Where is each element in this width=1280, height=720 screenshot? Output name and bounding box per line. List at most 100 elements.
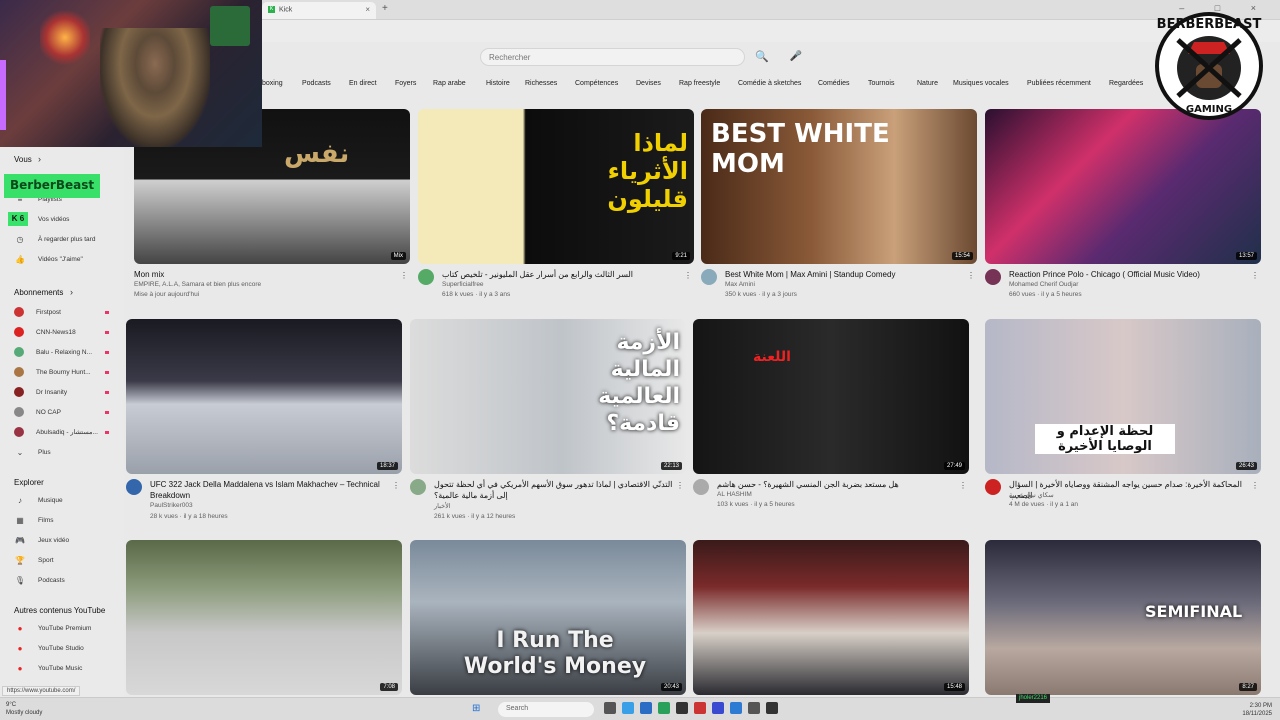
browser-tab[interactable]: K Kick × (262, 2, 376, 19)
sidebar-heading-explore[interactable]: Explorer (14, 478, 44, 487)
filter-chip[interactable]: Regardées (1109, 80, 1143, 87)
taskbar-search[interactable]: Search (498, 702, 594, 717)
video-title[interactable]: UFC 322 Jack Della Maddalena vs Islam Ma… (150, 479, 390, 501)
filter-chip[interactable]: boxing (262, 80, 283, 87)
search-icon[interactable]: 🔍 (754, 50, 770, 64)
video-title[interactable]: Mon mix (134, 269, 374, 280)
sidebar-heading-subscriptions[interactable]: Abonnements (14, 288, 63, 297)
sidebar-more[interactable]: ⌄ Plus (14, 445, 119, 459)
sidebar-item[interactable]: 🏆 Sport (14, 553, 119, 567)
new-tab-button[interactable]: + (382, 3, 388, 14)
sidebar-item[interactable]: ● YouTube Music (14, 661, 119, 675)
filter-chip[interactable]: Compétences (575, 80, 618, 87)
video-thumbnail[interactable]: 18:37 (126, 319, 402, 474)
filter-chip[interactable]: Comédie à sketches (738, 80, 801, 87)
more-options-icon[interactable]: ⋮ (392, 481, 400, 490)
sidebar-subscription[interactable]: Abulsadiq - مستشار... (14, 425, 119, 439)
windows-start-icon[interactable]: ⊞ (472, 703, 480, 714)
sidebar-item[interactable]: 👍 Vidéos "J'aime" (14, 252, 119, 266)
sidebar-item[interactable]: 🎮 Jeux vidéo (14, 533, 119, 547)
video-thumbnail[interactable]: 13:57 (985, 109, 1261, 264)
more-options-icon[interactable]: ⋮ (1251, 271, 1259, 280)
sidebar-item[interactable]: ▶Vos vidéos (14, 212, 119, 226)
sidebar-subscription[interactable]: The Bourny Hunt... (14, 365, 119, 379)
filter-chip[interactable]: Richesses (525, 80, 557, 87)
search-input[interactable] (480, 48, 745, 66)
channel-avatar[interactable] (985, 269, 1001, 285)
sidebar-subscription[interactable]: NO CAP (14, 405, 119, 419)
sidebar-subscription[interactable]: CNN-News18 (14, 325, 119, 339)
video-thumbnail[interactable]: لماذا الأثرياء قليلون 9:21 (418, 109, 694, 264)
filter-chip[interactable]: Comédies (818, 80, 850, 87)
microphone-icon[interactable]: 🎤 (787, 48, 805, 66)
channel-avatar[interactable] (410, 479, 426, 495)
sidebar-subscription[interactable]: Firstpost (14, 305, 119, 319)
taskbar-app-icon[interactable] (622, 702, 634, 714)
channel-avatar[interactable] (701, 269, 717, 285)
filter-chip[interactable]: Nature (917, 80, 938, 87)
channel-avatar[interactable] (693, 479, 709, 495)
channel-avatar[interactable] (985, 479, 1001, 495)
taskbar-app-icon[interactable] (748, 702, 760, 714)
sidebar-heading-you[interactable]: Vous (14, 155, 32, 164)
filter-chip[interactable]: En direct (349, 80, 377, 87)
sidebar-heading-other[interactable]: Autres contenus YouTube (14, 606, 105, 615)
taskbar-app-icon[interactable] (640, 702, 652, 714)
sidebar-item[interactable]: 🎙 Podcasts (14, 573, 119, 587)
sidebar-item[interactable]: ● YouTube Premium (14, 621, 119, 635)
filter-chip[interactable]: Tournois (868, 80, 894, 87)
more-options-icon[interactable]: ⋮ (676, 481, 684, 490)
taskbar-app-icon[interactable] (712, 702, 724, 714)
video-title[interactable]: Best White Mom | Max Amini | Standup Com… (725, 269, 965, 280)
video-thumbnail[interactable]: لحظة الإعدام و الوصايا الأخيرة 26:43 (985, 319, 1261, 474)
taskbar-app-icon[interactable] (658, 702, 670, 714)
video-thumbnail[interactable]: BEST WHITE MOM 15:54 (701, 109, 977, 264)
channel-avatar[interactable] (418, 269, 434, 285)
more-options-icon[interactable]: ⋮ (967, 271, 975, 280)
taskbar-app-icon[interactable] (730, 702, 742, 714)
channel-name[interactable]: Max Amini (725, 281, 755, 288)
filter-chip[interactable]: Rap freestyle (679, 80, 720, 87)
video-thumbnail[interactable]: الأزمة المالية العالمية قادمة؟ 22:13 (410, 319, 686, 474)
channel-name[interactable]: Superficialfree (442, 281, 484, 288)
video-thumbnail[interactable]: SEMIFINAL 8:27 (985, 540, 1261, 695)
taskbar-app-icon[interactable] (604, 702, 616, 714)
filter-chip[interactable]: Musiques vocales (953, 80, 1009, 87)
video-thumbnail[interactable]: 7:08 (126, 540, 402, 695)
more-options-icon[interactable]: ⋮ (959, 481, 967, 490)
channel-name[interactable]: Mohamed Cherif Oudjar (1009, 281, 1078, 288)
more-options-icon[interactable]: ⋮ (684, 271, 692, 280)
video-title[interactable]: Reaction Prince Polo - Chicago ( Officia… (1009, 269, 1249, 280)
channel-name[interactable]: PaulStriker003 (150, 502, 193, 509)
taskbar-app-icon[interactable] (676, 702, 688, 714)
tab-close-icon[interactable]: × (365, 5, 370, 14)
video-title[interactable]: هل مستعد بضربة الجن المنسي الشهيرة؟ - حس… (717, 479, 957, 490)
filter-chip[interactable]: Publiées récemment (1027, 80, 1091, 87)
sidebar-item[interactable]: ♪ Musique (14, 493, 119, 507)
weather-widget[interactable]: 9°C Mostly cloudy (6, 701, 42, 717)
channel-name[interactable]: AL HASHIM (717, 491, 752, 498)
more-options-icon[interactable]: ⋮ (400, 271, 408, 280)
clock[interactable]: 2:30 PM 18/11/2025 (1242, 702, 1272, 718)
video-thumbnail[interactable]: I Run The World's Money 20:43 (410, 540, 686, 695)
filter-chip[interactable]: Podcasts (302, 80, 331, 87)
filter-chip[interactable]: Devises (636, 80, 661, 87)
channel-avatar[interactable] (126, 479, 142, 495)
video-thumbnail[interactable]: 15:48 (693, 540, 969, 695)
video-thumbnail[interactable]: اللعنة 27:49 (693, 319, 969, 474)
more-options-icon[interactable]: ⋮ (1251, 481, 1259, 490)
sidebar-item[interactable]: ◷ À regarder plus tard (14, 232, 119, 246)
taskbar-app-icon[interactable] (766, 702, 778, 714)
sidebar-item[interactable]: ▦ Films (14, 513, 119, 527)
sidebar-subscription[interactable]: Balu - Relaxing N... (14, 345, 119, 359)
channel-name[interactable]: سكاي نيوز عربية (1009, 491, 1054, 499)
video-title[interactable]: التدنّي الاقتصادي | لماذا تدهور سوق الأس… (434, 479, 674, 501)
taskbar-app-icon[interactable] (694, 702, 706, 714)
filter-chip[interactable]: Foyers (395, 80, 416, 87)
filter-chip[interactable]: Histoire (486, 80, 510, 87)
filter-chip[interactable]: Rap arabe (433, 80, 466, 87)
channel-name[interactable]: EMPIRE, A.L.A, Samara et bien plus encor… (134, 281, 261, 288)
sidebar-subscription[interactable]: Dr Insanity (14, 385, 119, 399)
sidebar-item[interactable]: ● YouTube Studio (14, 641, 119, 655)
channel-name[interactable]: الأخبار (434, 502, 451, 510)
